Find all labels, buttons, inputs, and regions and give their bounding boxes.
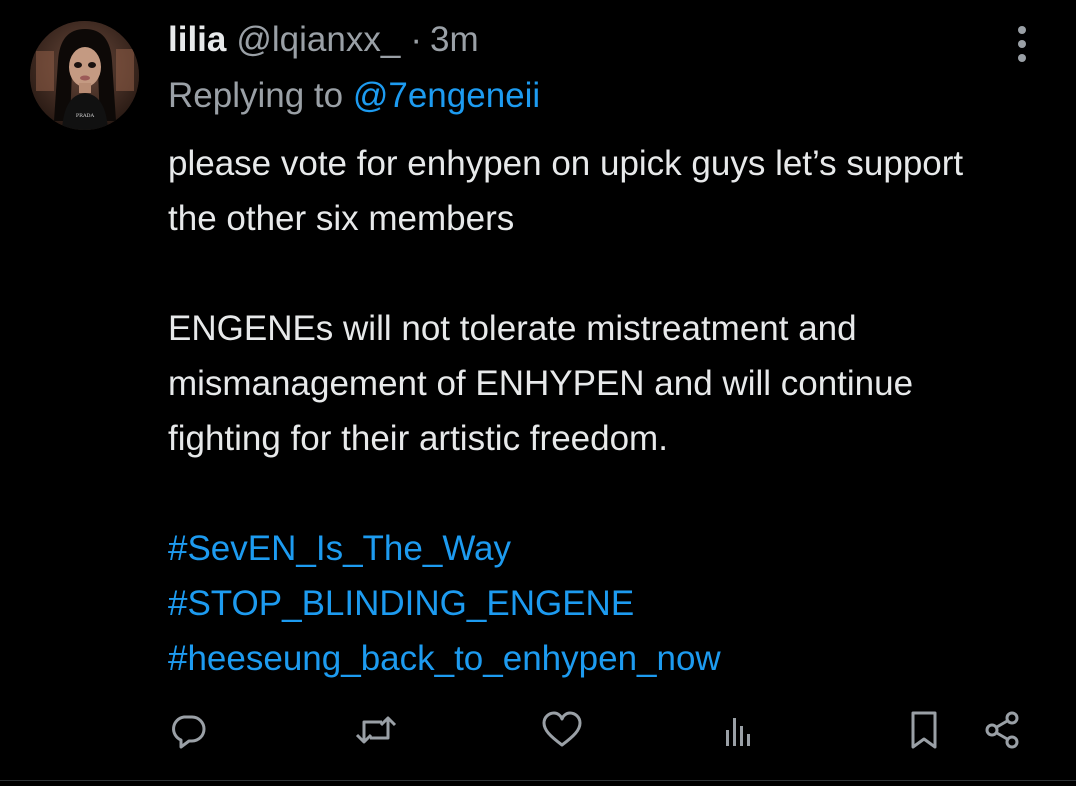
retweet-icon bbox=[355, 716, 397, 744]
tweet-action-bar bbox=[0, 706, 1076, 754]
replying-to: Replying to @7engeneii bbox=[168, 76, 540, 116]
reply-mention-link[interactable]: @7engeneii bbox=[353, 76, 540, 115]
replying-to-label: Replying to bbox=[168, 76, 344, 115]
avatar-shirt-text: PRADA bbox=[76, 113, 95, 119]
share-icon bbox=[985, 711, 1019, 749]
hashtag-link[interactable]: #SevEN_Is_The_Way bbox=[168, 521, 1028, 576]
tweet[interactable]: PRADA lilia @lqianxx_ · 3m Replying to @… bbox=[0, 0, 1076, 786]
more-options-button[interactable] bbox=[1006, 22, 1038, 66]
tweet-paragraph-2: ENGENEs will not tolerate mistreatment a… bbox=[168, 309, 914, 458]
like-icon bbox=[542, 711, 582, 747]
avatar[interactable]: PRADA bbox=[30, 21, 139, 130]
hashtag-link[interactable]: #STOP_BLINDING_ENGENE bbox=[168, 576, 1028, 631]
timestamp[interactable]: 3m bbox=[430, 20, 479, 60]
views-button[interactable] bbox=[714, 706, 762, 754]
reply-icon bbox=[172, 715, 206, 749]
tweet-text: please vote for enhypen on upick guys le… bbox=[168, 136, 1028, 686]
views-icon bbox=[726, 718, 750, 746]
tweet-divider bbox=[0, 780, 1076, 781]
more-vertical-icon bbox=[1018, 26, 1026, 62]
tweet-header: lilia @lqianxx_ · 3m bbox=[168, 18, 479, 62]
bookmark-button[interactable] bbox=[900, 706, 948, 754]
display-name[interactable]: lilia bbox=[168, 20, 226, 60]
bookmark-icon bbox=[911, 711, 937, 749]
reply-button[interactable] bbox=[164, 706, 212, 754]
user-handle[interactable]: @lqianxx_ bbox=[236, 20, 400, 60]
like-button[interactable] bbox=[538, 706, 586, 754]
retweet-button[interactable] bbox=[352, 706, 400, 754]
share-button[interactable] bbox=[978, 706, 1026, 754]
avatar-image: PRADA bbox=[30, 21, 139, 130]
separator-dot: · bbox=[410, 20, 422, 59]
tweet-paragraph-1: please vote for enhypen on upick guys le… bbox=[168, 144, 964, 238]
hashtag-link[interactable]: #heeseung_back_to_enhypen_now bbox=[168, 631, 1028, 686]
